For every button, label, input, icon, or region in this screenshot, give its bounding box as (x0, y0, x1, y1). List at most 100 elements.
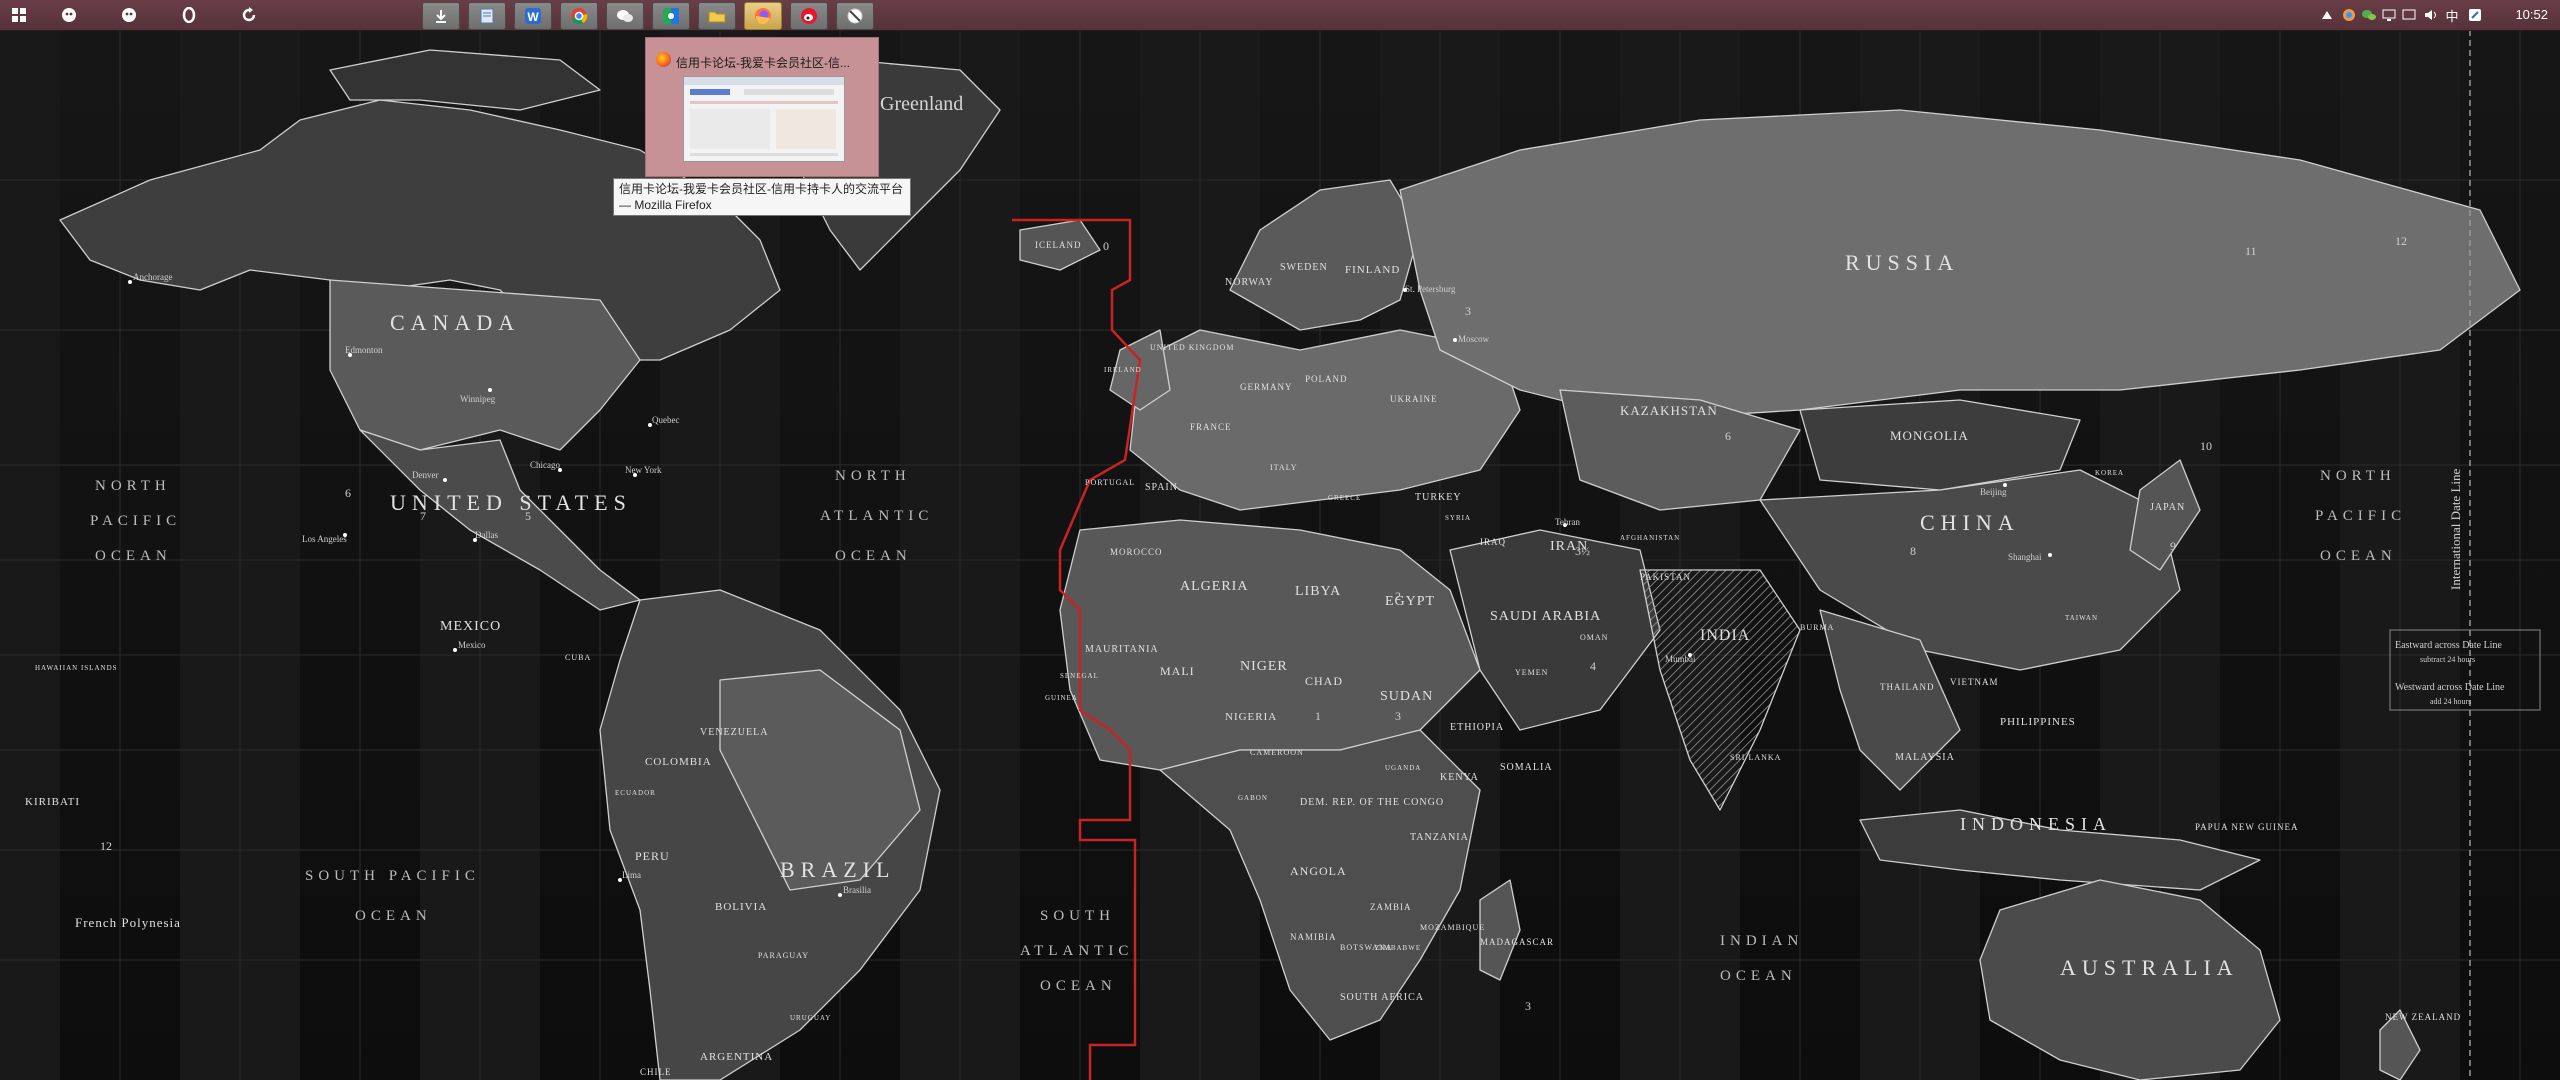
no-entry-icon[interactable] (836, 2, 874, 30)
label-japan: JAPAN (2150, 502, 2185, 513)
svg-text:W: W (527, 10, 539, 24)
city-edmonton: Edmonton (345, 345, 383, 355)
tz-number: 1 (1315, 709, 1321, 723)
display-icon[interactable] (2400, 5, 2418, 25)
label-papua-new-guinea: PAPUA NEW GUINEA (2195, 822, 2299, 832)
firefox-icon[interactable] (744, 2, 782, 30)
label-spain: SPAIN (1145, 482, 1178, 493)
start-grid-icon[interactable] (6, 3, 32, 27)
ime-indicator[interactable]: 中 (2443, 5, 2461, 25)
pen-app-icon[interactable] (2468, 5, 2482, 25)
network-icon[interactable] (2380, 5, 2398, 25)
preview-title: 信用卡论坛-我爱卡会员社区-信... (676, 56, 850, 70)
label-taiwan: TAIWAN (2065, 614, 2098, 622)
label-nigeria: NIGERIA (1225, 711, 1277, 723)
tz-number: 2 (1395, 589, 1401, 603)
volume-icon[interactable] (2422, 5, 2440, 25)
wechat-tray-icon[interactable] (2360, 5, 2378, 25)
label-south-africa: SOUTH AFRICA (1340, 992, 1424, 1003)
date-line-west-note: Westward across Date Line (2395, 682, 2505, 693)
label-kenya: KENYA (1440, 772, 1479, 783)
label-greece: GREECE (1328, 494, 1361, 502)
label-kazakhstan: KAZAKHSTAN (1620, 403, 1718, 418)
label-colombia: COLOMBIA (645, 756, 712, 768)
tooltip-line-2: — Mozilla Firefox (619, 198, 712, 212)
tz-number: 6 (1725, 429, 1731, 443)
label-iraq: IRAQ (1480, 537, 1506, 547)
preview-thumbnail-image[interactable] (683, 76, 845, 162)
label-south-atlantic-2: ATLANTIC (1020, 943, 1133, 959)
date-line-title: International Date Line (2448, 468, 2463, 590)
city-moscow: Moscow (1458, 334, 1489, 344)
tz-number: 11 (2245, 244, 2257, 258)
tz-number: 12 (100, 839, 112, 853)
word-w-icon[interactable]: W (514, 2, 552, 30)
label-south-atlantic-3: OCEAN (1040, 978, 1117, 994)
label-mozambique: MOZAMBIQUE (1420, 923, 1485, 932)
label-australia: AUSTRALIA (2060, 955, 2239, 980)
download-manager-icon[interactable] (422, 2, 460, 30)
label-french-polynesia: French Polynesia (75, 915, 181, 930)
label-north-pacific-e-1: NORTH (2320, 468, 2396, 484)
wechat-icon[interactable] (606, 2, 644, 30)
file-explorer-icon[interactable] (698, 2, 736, 30)
taskbar: W 中 ☒ 10:52 (0, 0, 2560, 31)
label-sri-lanka: SRI LANKA (1730, 753, 1781, 762)
label-venezuela: VENEZUELA (700, 727, 768, 738)
taskbar-thumbnail-preview[interactable]: 信用卡论坛-我爱卡会员社区-信... (645, 37, 879, 177)
date-line-east-sub: subtract 24 hours (2420, 655, 2475, 664)
label-north-pacific-e-3: OCEAN (2320, 548, 2397, 564)
tz-number: 9 (2170, 539, 2176, 553)
refresh-app-icon[interactable] (236, 3, 262, 27)
city-los-angeles: Los Angeles (302, 534, 347, 544)
city-anchorage: Anchorage (133, 272, 172, 282)
label-korea: KOREA (2095, 469, 2124, 477)
opera-icon[interactable] (176, 3, 202, 27)
chrome-icon[interactable] (560, 2, 598, 30)
label-chad: CHAD (1305, 674, 1343, 688)
label-poland: POLAND (1305, 374, 1348, 384)
label-burma: BURMA (1800, 623, 1834, 632)
label-tanzania: TANZANIA (1410, 832, 1469, 843)
cat-app-icon[interactable] (116, 3, 142, 27)
label-dem-rep-congo: DEM. REP. OF THE CONGO (1300, 797, 1444, 808)
color-ball-icon[interactable] (2340, 5, 2358, 25)
label-norway: NORWAY (1225, 277, 1273, 288)
weibo-icon[interactable] (790, 2, 828, 30)
label-paraguay: PARAGUAY (758, 951, 809, 960)
label-philippines: PHILIPPINES (2000, 716, 2076, 728)
label-chile: CHILE (640, 1067, 672, 1077)
window-title-tooltip: 信用卡论坛-我爱卡会员社区-信用卡持卡人的交流平台 — Mozilla Fire… (613, 178, 911, 216)
label-hawaiian-islands: HAWAIIAN ISLANDS (35, 664, 118, 672)
city-quebec: Quebec (652, 415, 679, 425)
label-sweden: SWEDEN (1280, 262, 1328, 273)
label-north-atlantic-2: ATLANTIC (820, 508, 933, 524)
city-mumbai: Mumbai (1665, 654, 1696, 664)
label-china: CHINA (1920, 510, 2020, 535)
label-niger: NIGER (1240, 659, 1288, 674)
label-yemen: YEMEN (1515, 668, 1548, 677)
notepad-icon[interactable] (468, 2, 506, 30)
tz-number: 5 (525, 509, 531, 523)
label-sudan: SUDAN (1380, 689, 1433, 704)
city-shanghai: Shanghai (2008, 552, 2042, 562)
clock[interactable]: 10:52 (2515, 7, 2548, 22)
label-italy: ITALY (1270, 463, 1298, 472)
label-kiribati: KIRIBATI (25, 796, 80, 808)
label-new-zealand: NEW ZEALAND (2385, 1012, 2461, 1022)
label-united-kingdom: UNITED KINGDOM (1150, 343, 1234, 352)
label-indonesia: INDONESIA (1960, 814, 2112, 834)
label-morocco: MOROCCO (1110, 547, 1163, 557)
label-egypt: EGYPT (1385, 594, 1435, 609)
label-portugal: PORTUGAL (1085, 478, 1135, 487)
label-malaysia: MALAYSIA (1895, 752, 1955, 763)
arrow-up-icon[interactable] (2318, 5, 2336, 25)
date-line-east-note: Eastward across Date Line (2395, 640, 2502, 651)
label-oman: OMAN (1580, 633, 1608, 642)
label-ukraine: UKRAINE (1390, 394, 1438, 404)
label-algeria: ALGERIA (1180, 579, 1248, 594)
city-brasilia: Brasilia (843, 885, 871, 895)
cat-app-icon[interactable] (56, 3, 82, 27)
tz-number: 3 (1395, 709, 1401, 723)
app-store-icon[interactable] (652, 2, 690, 30)
